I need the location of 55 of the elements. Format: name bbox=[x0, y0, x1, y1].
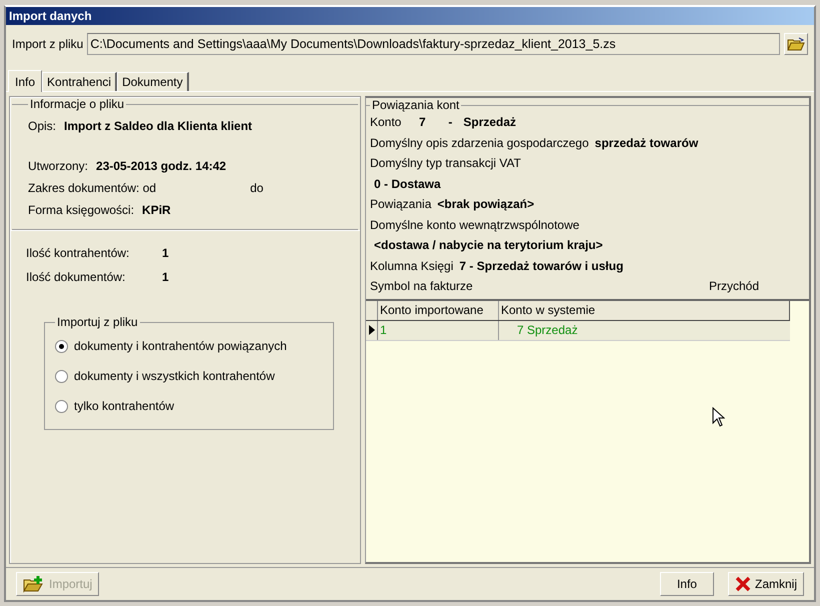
field-label: do bbox=[250, 181, 264, 195]
radio-label[interactable]: dokumenty i kontrahentów powiązanych bbox=[74, 339, 287, 353]
window-title: Import danych bbox=[6, 7, 814, 25]
group-title: Importuj z pliku bbox=[56, 315, 139, 329]
column-header[interactable]: Konto w systemie bbox=[499, 300, 790, 320]
close-icon bbox=[734, 576, 751, 592]
field-label: Ilość dokumentów: bbox=[26, 270, 126, 284]
field-label: Kolumna Księgi bbox=[370, 258, 454, 273]
field-value: <dostawa / nabycie na terytorium kraju> bbox=[374, 238, 603, 252]
field-value: Przychód bbox=[708, 279, 759, 294]
table-cell: 1 bbox=[378, 320, 499, 340]
column-header[interactable]: Konto importowane bbox=[378, 300, 499, 320]
field-value: 0 - Dostawa bbox=[374, 176, 441, 191]
field-label: Forma księgowości: bbox=[28, 203, 134, 217]
field-label: Konto bbox=[370, 115, 402, 130]
radio-label[interactable]: dokumenty i wszystkich kontrahentów bbox=[74, 369, 275, 383]
dialog-button[interactable]: Info bbox=[660, 572, 714, 596]
field-value: - bbox=[447, 115, 454, 130]
group-title: Powiązania kont bbox=[371, 98, 460, 112]
field-value: 1 bbox=[162, 270, 169, 284]
tab[interactable]: Info bbox=[8, 70, 42, 92]
field-value: KPiR bbox=[142, 203, 171, 217]
field-value: Import z Saldeo dla Klienta klient bbox=[64, 119, 252, 133]
field-label: Domyślny typ transakcji VAT bbox=[370, 156, 521, 170]
table-cell-text: 7 Sprzedaż bbox=[516, 322, 579, 339]
mouse-cursor-icon bbox=[712, 406, 725, 426]
field-label: Utworzony: bbox=[28, 159, 88, 173]
radio-button[interactable] bbox=[55, 400, 68, 412]
radio-label[interactable]: tylko kontrahentów bbox=[74, 399, 174, 413]
tab[interactable]: Kontrahenci bbox=[42, 72, 118, 91]
dialog-button[interactable]: Zamknij bbox=[728, 572, 804, 596]
field-label: Zakres dokumentów: od bbox=[28, 181, 156, 195]
folder-icon bbox=[787, 36, 805, 52]
field-value: sprzedaż towarów bbox=[594, 136, 698, 150]
field-label: Powiązania bbox=[370, 197, 432, 212]
field-label: Opis: bbox=[28, 119, 56, 133]
group-title: Informacje o pliku bbox=[29, 97, 126, 111]
file-label: Import z pliku bbox=[12, 37, 84, 51]
field-value: 23-05-2013 godz. 14:42 bbox=[96, 159, 226, 173]
radio-button[interactable] bbox=[55, 340, 68, 352]
field-value: 7 bbox=[418, 115, 427, 130]
field-label: Domyślny opis zdarzenia gospodarczego bbox=[370, 136, 589, 150]
folder-add-icon bbox=[23, 575, 45, 593]
pointer-icon bbox=[368, 325, 374, 335]
field-value: 7 - Sprzedaż towarów i usług bbox=[459, 258, 624, 273]
radio-button[interactable] bbox=[55, 370, 68, 382]
file-path-field[interactable]: C:\Documents and Settings\aaa\My Documents\Downloads\faktury-sprzedaz_klient_2013_5.zs bbox=[87, 33, 780, 55]
field-value: 1 bbox=[162, 246, 169, 260]
field-value: Sprzedaż bbox=[463, 115, 516, 130]
browse-button[interactable] bbox=[784, 33, 808, 55]
field-label: Ilość kontrahentów: bbox=[26, 246, 130, 260]
tab[interactable]: Dokumenty bbox=[117, 72, 189, 91]
field-label: Domyślne konto wewnątrzwspólnotowe bbox=[370, 218, 580, 232]
field-value: <brak powiązań> bbox=[437, 197, 534, 212]
field-label: Symbol na fakturze bbox=[370, 279, 473, 294]
